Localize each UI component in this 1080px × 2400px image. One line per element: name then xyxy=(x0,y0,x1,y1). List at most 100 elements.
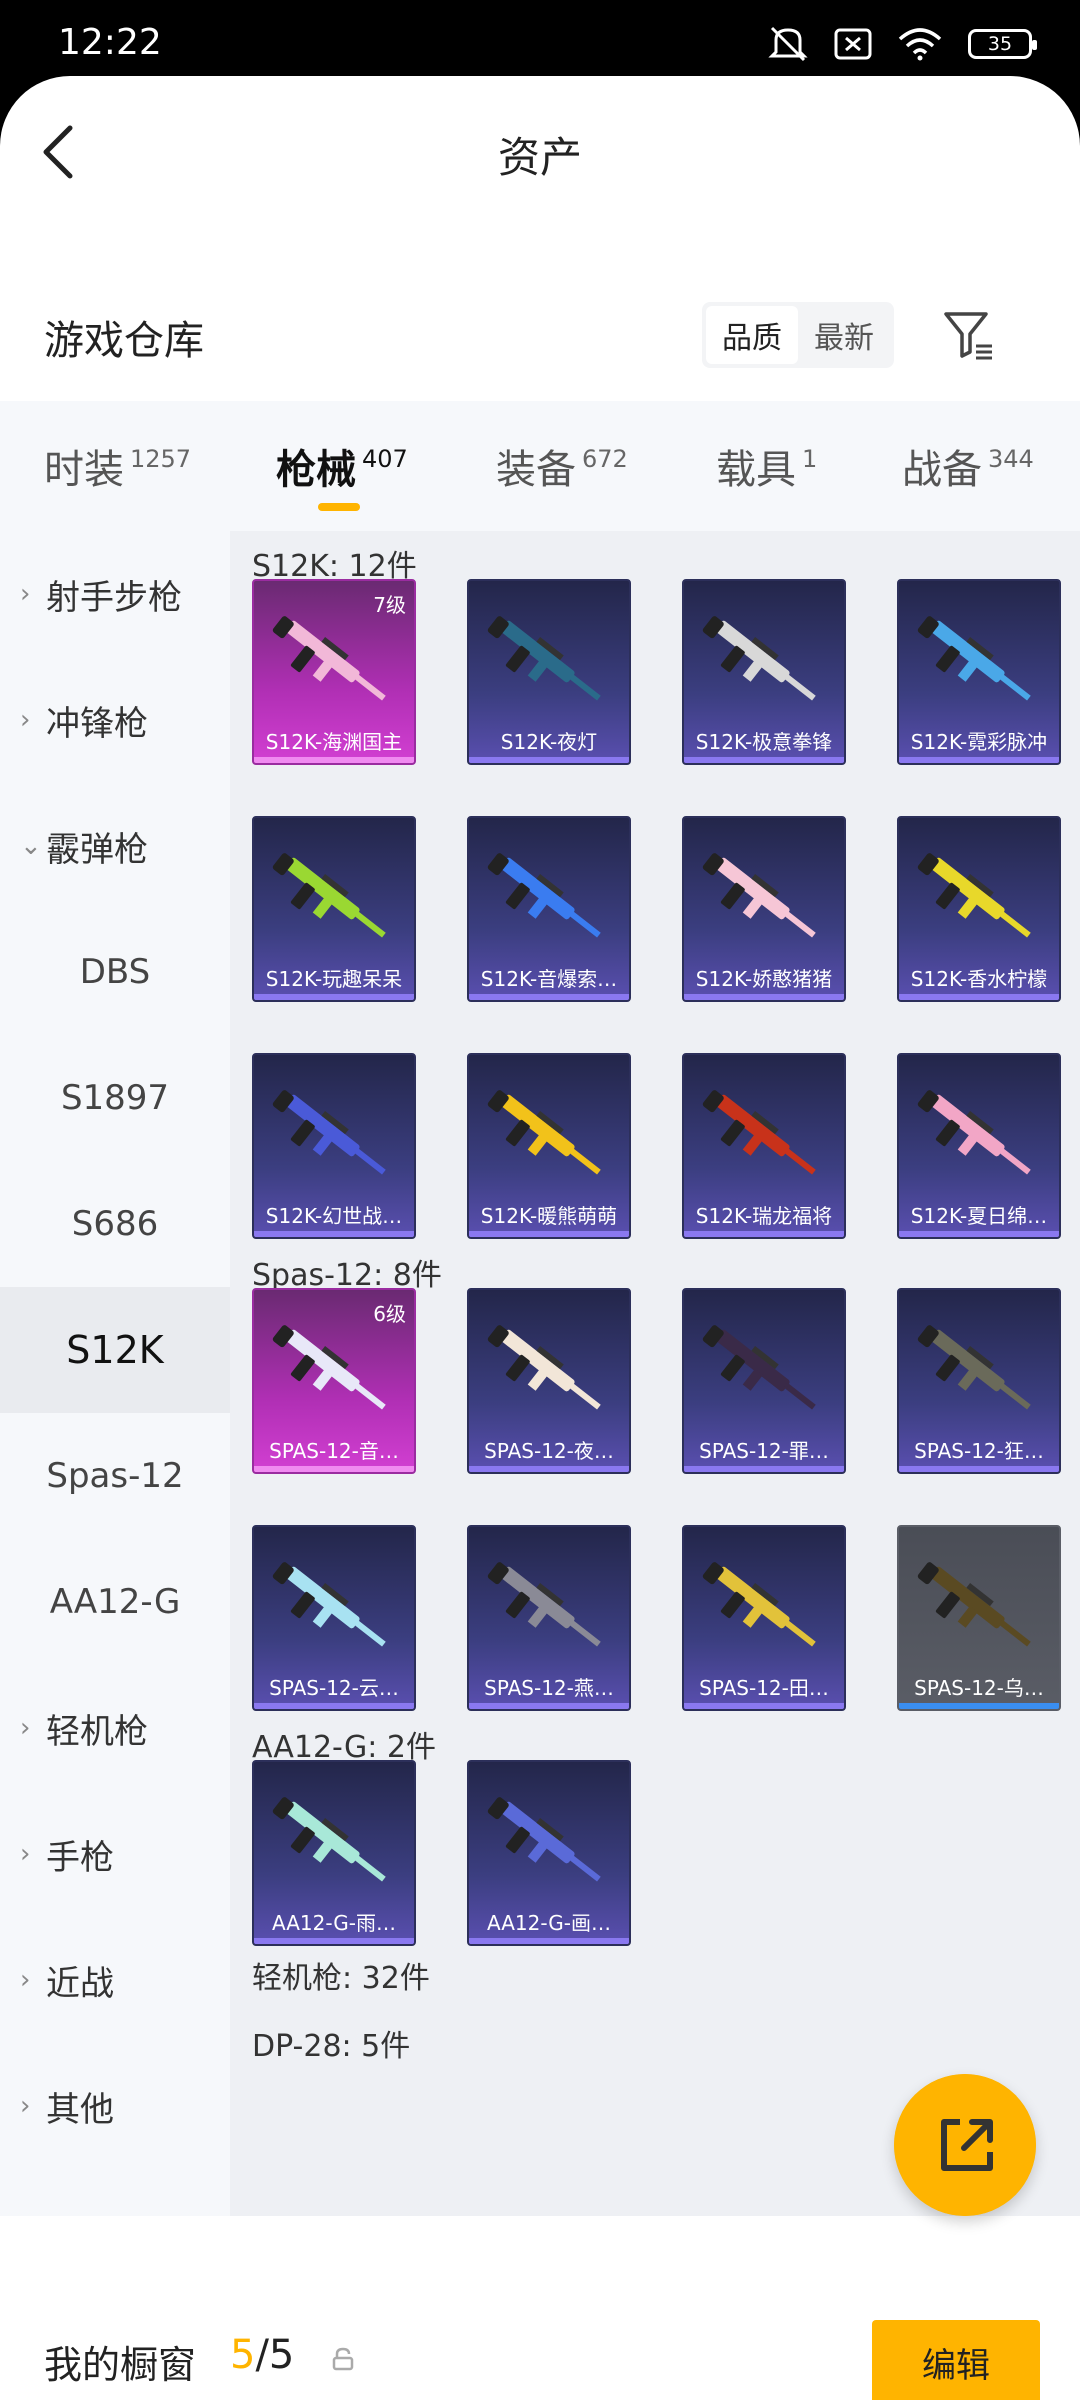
status-bar: 12:22 35 xyxy=(0,0,1080,80)
tab-vehicles[interactable]: 载具 1 xyxy=(716,401,817,531)
tab-count: 672 xyxy=(582,445,628,473)
sidebar-item[interactable]: › 轻机枪 xyxy=(0,1665,230,1791)
item-name: AA12-G-画… xyxy=(486,1911,612,1935)
item-card[interactable]: S12K-夏日绵… xyxy=(897,1053,1061,1239)
item-name: SPAS-12-狂… xyxy=(914,1439,1044,1463)
wifi-icon xyxy=(898,28,942,61)
no-sim-icon xyxy=(834,28,872,60)
rarity-bar xyxy=(684,1231,844,1237)
item-card[interactable]: S12K-夜灯 xyxy=(467,579,631,765)
item-name: SPAS-12-乌… xyxy=(914,1676,1044,1700)
item-grid: S12K: 12件 7级 S12K-海渊国主 S12K-夜灯 S12K-极意拳锋 S12K… xyxy=(230,531,1080,2216)
rarity-bar xyxy=(469,1231,629,1237)
item-name: S12K-娇憨猪猪 xyxy=(695,967,833,991)
showcase-count: 5/5 xyxy=(230,2332,294,2378)
item-card[interactable]: AA12-G-雨… xyxy=(252,1760,416,1946)
item-card[interactable]: SPAS-12-云… xyxy=(252,1525,416,1711)
edit-button[interactable]: 编辑 xyxy=(872,2320,1040,2400)
level-badge: 7级 xyxy=(373,593,406,617)
rarity-bar xyxy=(254,1938,414,1944)
sidebar-label: 霰弹枪 xyxy=(46,829,148,870)
gun-image xyxy=(272,616,386,701)
item-card[interactable]: S12K-娇憨猪猪 xyxy=(682,816,846,1002)
sidebar-label: DBS xyxy=(79,952,151,992)
item-card[interactable]: SPAS-12-狂… xyxy=(897,1288,1061,1474)
sidebar-subitem[interactable]: AA12-G xyxy=(0,1539,230,1665)
sidebar-subitem[interactable]: DBS xyxy=(0,909,230,1035)
tab-equipment[interactable]: 装备 672 xyxy=(496,401,628,531)
showcase-current: 5 xyxy=(230,2332,256,2378)
rarity-bar xyxy=(684,1703,844,1709)
sidebar-item[interactable]: › 近战 xyxy=(0,1917,230,2043)
sidebar-label: 冲锋枪 xyxy=(46,703,148,744)
gun-image xyxy=(487,853,601,938)
share-out-icon[interactable] xyxy=(894,2074,1036,2216)
gun-image xyxy=(272,1090,386,1175)
tab-firearms[interactable]: 枪械 407 xyxy=(276,401,408,531)
sort-quality-button[interactable]: 品质 xyxy=(706,306,798,364)
item-name: S12K-夜灯 xyxy=(500,730,598,754)
gun-image xyxy=(487,1797,601,1882)
item-card[interactable]: 6级 SPAS-12-音… xyxy=(252,1288,416,1474)
item-name: S12K-玩趣呆呆 xyxy=(265,967,403,991)
sidebar-item[interactable]: › 冲锋枪 xyxy=(0,657,230,783)
item-card[interactable]: SPAS-12-田… xyxy=(682,1525,846,1711)
item-card[interactable]: S12K-暖熊萌萌 xyxy=(467,1053,631,1239)
status-icons: 35 xyxy=(768,26,1037,62)
sidebar-subitem[interactable]: S1897 xyxy=(0,1035,230,1161)
sidebar-subitem[interactable]: Spas-12 xyxy=(0,1413,230,1539)
item-name: S12K-极意拳锋 xyxy=(695,730,833,754)
item-card[interactable]: S12K-极意拳锋 xyxy=(682,579,846,765)
warehouse-title: 游戏仓库 xyxy=(44,318,204,364)
sidebar-item[interactable]: › 射手步枪 xyxy=(0,531,230,657)
item-name: S12K-霓彩脉冲 xyxy=(910,730,1048,754)
item-card[interactable]: AA12-G-画… xyxy=(467,1760,631,1946)
sidebar-item[interactable]: › 其他 xyxy=(0,2043,230,2169)
item-card[interactable]: SPAS-12-夜… xyxy=(467,1288,631,1474)
item-card[interactable]: S12K-玩趣呆呆 xyxy=(252,816,416,1002)
sidebar-subitem[interactable]: S12K xyxy=(0,1287,230,1413)
gun-image xyxy=(702,853,816,938)
rarity-bar xyxy=(684,757,844,763)
item-card[interactable]: S12K-幻世战… xyxy=(252,1053,416,1239)
tab-label: 装备 xyxy=(496,447,576,493)
tab-supplies[interactable]: 战备 344 xyxy=(902,401,1034,531)
item-name: S12K-香水柠檬 xyxy=(910,967,1048,991)
clock: 12:22 xyxy=(58,22,162,63)
sidebar-label: 手枪 xyxy=(46,1837,114,1878)
category-tabs: 时装 1257 枪械 407 装备 672 载具 1 战备 344 xyxy=(0,401,1080,531)
sidebar-item[interactable]: ⌄ 霰弹枪 xyxy=(0,783,230,909)
item-name: SPAS-12-夜… xyxy=(484,1439,614,1463)
item-name: S12K-瑞龙福将 xyxy=(695,1204,833,1228)
gun-image xyxy=(917,1090,1031,1175)
item-card[interactable]: 7级 S12K-海渊国主 xyxy=(252,579,416,765)
sidebar-subitem[interactable]: S686 xyxy=(0,1161,230,1287)
item-card[interactable]: S12K-瑞龙福将 xyxy=(682,1053,846,1239)
item-card[interactable]: SPAS-12-燕… xyxy=(467,1525,631,1711)
sort-newest-button[interactable]: 最新 xyxy=(798,306,890,364)
chevron-down-icon: ⌄ xyxy=(20,831,42,861)
item-name: S12K-音爆索… xyxy=(480,967,618,991)
showcase-bar: 我的橱窗 5/5 编辑 xyxy=(0,2292,1080,2400)
chevron-right-icon: › xyxy=(20,1713,31,1743)
tab-count: 344 xyxy=(988,445,1034,473)
tab-label: 战备 xyxy=(902,447,982,493)
tab-fashion[interactable]: 时装 1257 xyxy=(44,401,191,531)
item-card[interactable]: S12K-香水柠檬 xyxy=(897,816,1061,1002)
sidebar-label: 射手步枪 xyxy=(46,577,182,618)
gun-image xyxy=(272,853,386,938)
item-name: AA12-G-雨… xyxy=(271,1911,397,1935)
sidebar-label: 近战 xyxy=(46,1963,114,2004)
filter-icon[interactable] xyxy=(942,308,996,362)
sort-toggle: 品质 最新 xyxy=(702,302,894,368)
item-card[interactable]: SPAS-12-乌… xyxy=(897,1525,1061,1711)
item-card[interactable]: SPAS-12-罪… xyxy=(682,1288,846,1474)
rarity-bar xyxy=(254,1466,414,1472)
gun-image xyxy=(487,1325,601,1410)
item-card[interactable]: S12K-霓彩脉冲 xyxy=(897,579,1061,765)
item-name: S12K-夏日绵… xyxy=(910,1204,1048,1228)
mute-icon xyxy=(768,26,808,62)
sidebar-item[interactable]: › 手枪 xyxy=(0,1791,230,1917)
item-card[interactable]: S12K-音爆索… xyxy=(467,816,631,1002)
gun-image xyxy=(917,616,1031,701)
